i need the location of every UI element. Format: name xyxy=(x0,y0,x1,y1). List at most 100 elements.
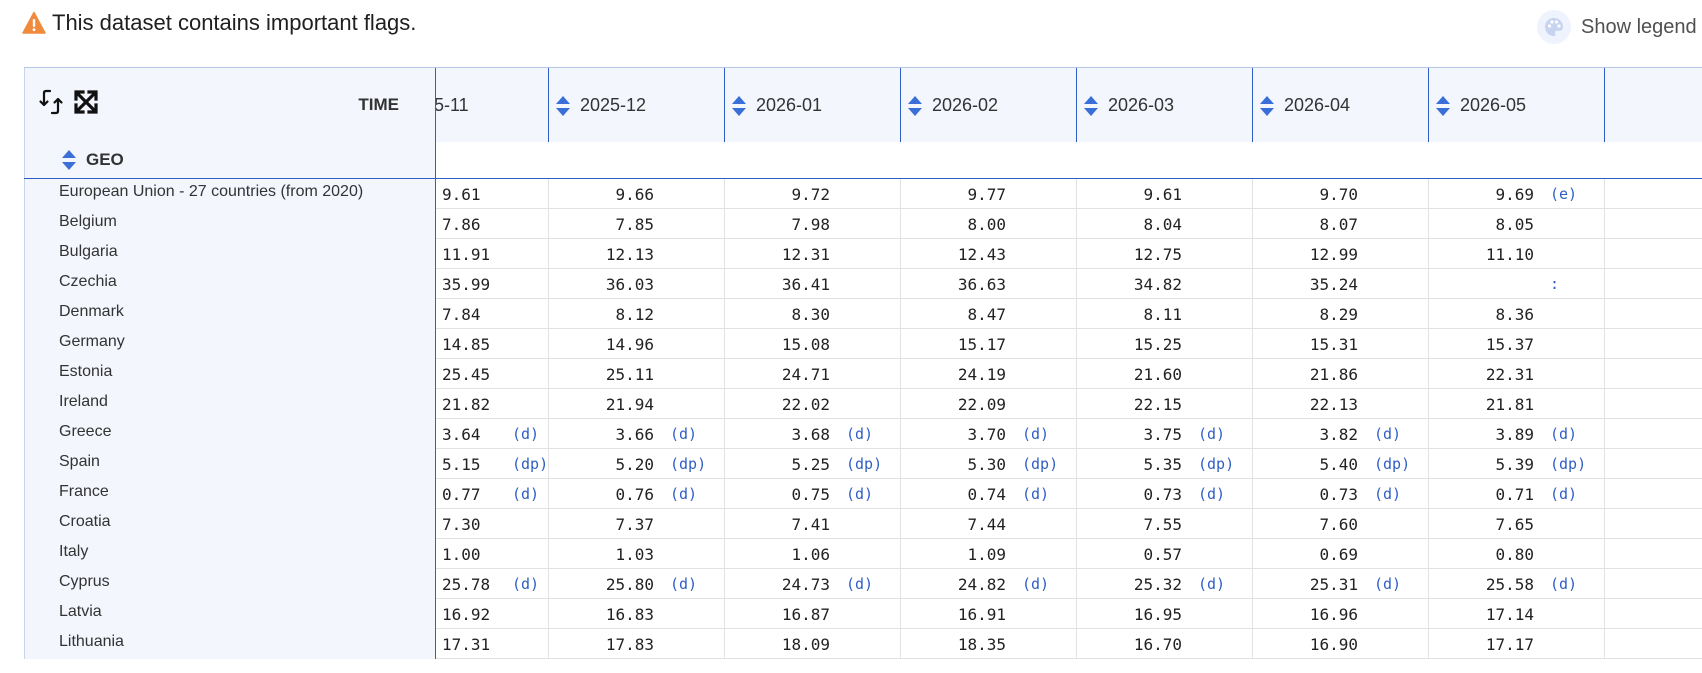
data-cell[interactable]: 3.64 (d) xyxy=(436,419,549,449)
data-cell[interactable]: 21.86 xyxy=(1253,359,1429,389)
cell-flag[interactable]: (d) xyxy=(1550,575,1577,593)
data-cell[interactable]: 0.57 xyxy=(1077,539,1253,569)
sort-icon[interactable] xyxy=(61,149,77,171)
data-cell[interactable]: 17.17 xyxy=(1429,629,1605,659)
data-cell[interactable]: 8.12 xyxy=(549,299,725,329)
geo-row-label[interactable]: European Union - 27 countries (from 2020… xyxy=(24,179,436,209)
cell-flag[interactable]: (d) xyxy=(1550,425,1577,443)
data-cell[interactable]: 15.37 xyxy=(1429,329,1605,359)
data-cell[interactable]: 8.00 xyxy=(901,209,1077,239)
data-cell[interactable]: 9.61 xyxy=(436,179,549,209)
cell-flag[interactable]: (d) xyxy=(846,485,873,503)
data-cell[interactable]: 3.75 (d) xyxy=(1077,419,1253,449)
data-cell[interactable]: 17.31 xyxy=(436,629,549,659)
data-cell[interactable]: 8.04 xyxy=(1077,209,1253,239)
cell-flag[interactable]: (d) xyxy=(670,425,697,443)
cell-flag[interactable]: (dp) xyxy=(1374,455,1410,473)
column-header-2026-04[interactable]: 2026-04 xyxy=(1253,68,1429,143)
data-cell[interactable]: 3.89 (d) xyxy=(1429,419,1605,449)
fullscreen-icon[interactable] xyxy=(73,89,99,115)
data-cell[interactable]: 25.32 (d) xyxy=(1077,569,1253,599)
cell-flag[interactable]: (d) xyxy=(512,575,539,593)
data-cell[interactable]: 22.09 xyxy=(901,389,1077,419)
data-cell[interactable]: 5.39 (dp) xyxy=(1429,449,1605,479)
data-cell[interactable]: 7.30 xyxy=(436,509,549,539)
sort-icon[interactable] xyxy=(1435,95,1451,117)
geo-row-label[interactable]: Latvia xyxy=(24,599,436,629)
data-cell[interactable]: 35.24 xyxy=(1253,269,1429,299)
data-cell[interactable]: 3.82 (d) xyxy=(1253,419,1429,449)
geo-row-label[interactable]: Denmark xyxy=(24,299,436,329)
data-cell[interactable]: 9.69 (e) xyxy=(1429,179,1605,209)
geo-row-label[interactable]: Belgium xyxy=(24,209,436,239)
show-legend-button[interactable]: Show legend xyxy=(1537,10,1697,44)
data-cell[interactable]: 14.96 xyxy=(549,329,725,359)
data-cell[interactable]: 24.71 xyxy=(725,359,901,389)
data-cell[interactable]: 24.82 (d) xyxy=(901,569,1077,599)
cell-flag[interactable]: (dp) xyxy=(846,455,882,473)
column-header-2026-03[interactable]: 2026-03 xyxy=(1077,68,1253,143)
data-cell[interactable]: 8.05 xyxy=(1429,209,1605,239)
data-cell[interactable]: 25.78 (d) xyxy=(436,569,549,599)
column-header-2025-12[interactable]: 2025-12 xyxy=(549,68,725,143)
data-cell[interactable]: 16.92 xyxy=(436,599,549,629)
data-cell[interactable]: 9.70 xyxy=(1253,179,1429,209)
data-cell[interactable]: 12.99 xyxy=(1253,239,1429,269)
geo-row-label[interactable]: France xyxy=(24,479,436,509)
data-cell[interactable]: 21.82 xyxy=(436,389,549,419)
data-cell[interactable]: 8.11 xyxy=(1077,299,1253,329)
data-cell[interactable]: 1.03 xyxy=(549,539,725,569)
data-cell[interactable]: 8.30 xyxy=(725,299,901,329)
data-cell[interactable]: 3.66 (d) xyxy=(549,419,725,449)
cell-flag[interactable]: (dp) xyxy=(670,455,706,473)
geo-row-label[interactable]: Ireland xyxy=(24,389,436,419)
data-cell[interactable]: 1.09 xyxy=(901,539,1077,569)
data-cell[interactable]: 0.75 (d) xyxy=(725,479,901,509)
data-cell[interactable]: 17.83 xyxy=(549,629,725,659)
data-cell[interactable]: 0.74 (d) xyxy=(901,479,1077,509)
data-cell[interactable]: 5.35 (dp) xyxy=(1077,449,1253,479)
geo-row-label[interactable]: Germany xyxy=(24,329,436,359)
data-cell[interactable]: 3.70 (d) xyxy=(901,419,1077,449)
data-cell[interactable]: 16.90 xyxy=(1253,629,1429,659)
data-cell[interactable]: 16.91 xyxy=(901,599,1077,629)
geo-row-label[interactable]: Croatia xyxy=(24,509,436,539)
geo-row-label[interactable]: Bulgaria xyxy=(24,239,436,269)
data-cell[interactable]: 14.85 xyxy=(436,329,549,359)
data-cell[interactable]: 5.25 (dp) xyxy=(725,449,901,479)
column-header-2026-05[interactable]: 2026-05 xyxy=(1429,68,1605,143)
data-cell[interactable]: 8.47 xyxy=(901,299,1077,329)
data-cell[interactable]: 22.31 xyxy=(1429,359,1605,389)
data-cell[interactable]: 16.96 xyxy=(1253,599,1429,629)
data-cell[interactable]: 12.43 xyxy=(901,239,1077,269)
data-cell[interactable]: 12.75 xyxy=(1077,239,1253,269)
data-cell[interactable]: 7.60 xyxy=(1253,509,1429,539)
cell-flag[interactable]: (d) xyxy=(846,425,873,443)
data-cell[interactable]: 9.61 xyxy=(1077,179,1253,209)
data-cell[interactable]: 24.19 xyxy=(901,359,1077,389)
data-cell[interactable]: 18.35 xyxy=(901,629,1077,659)
cell-flag[interactable]: (d) xyxy=(1550,485,1577,503)
data-cell[interactable]: 22.13 xyxy=(1253,389,1429,419)
data-cell[interactable]: 5.40 (dp) xyxy=(1253,449,1429,479)
cell-flag[interactable]: (d) xyxy=(1022,485,1049,503)
cell-flag[interactable]: (d) xyxy=(1374,425,1401,443)
data-cell[interactable]: 12.31 xyxy=(725,239,901,269)
data-cell[interactable]: 5.15 (dp) xyxy=(436,449,549,479)
data-cell[interactable]: 25.31 (d) xyxy=(1253,569,1429,599)
data-cell[interactable]: 11.10 xyxy=(1429,239,1605,269)
cell-flag[interactable]: (dp) xyxy=(1550,455,1586,473)
cell-flag[interactable]: (d) xyxy=(1198,425,1225,443)
data-cell[interactable]: 24.73 (d) xyxy=(725,569,901,599)
data-cell[interactable]: 1.00 xyxy=(436,539,549,569)
cell-flag[interactable]: (d) xyxy=(1374,575,1401,593)
sort-icon[interactable] xyxy=(555,95,571,117)
cell-flag[interactable]: (d) xyxy=(1022,575,1049,593)
data-cell[interactable]: 25.45 xyxy=(436,359,549,389)
data-cell[interactable]: 0.73 (d) xyxy=(1077,479,1253,509)
data-cell[interactable]: 0.69 xyxy=(1253,539,1429,569)
data-cell[interactable]: 9.77 xyxy=(901,179,1077,209)
column-header-2026-01[interactable]: 2026-01 xyxy=(725,68,901,143)
data-cell[interactable]: 15.08 xyxy=(725,329,901,359)
data-cell[interactable]: 15.31 xyxy=(1253,329,1429,359)
